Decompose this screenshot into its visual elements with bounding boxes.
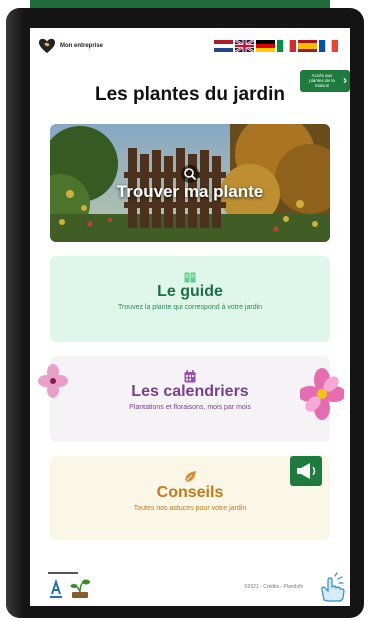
flag-es-icon[interactable]	[298, 40, 317, 52]
tips-card[interactable]: Conseils Toutes nos astuces pour votre j…	[50, 456, 330, 540]
flag-fr-icon[interactable]	[319, 40, 338, 52]
flag-it-icon[interactable]	[277, 40, 296, 52]
brand-logo[interactable]: Mon entreprise	[38, 38, 103, 54]
pink-flower-icon	[38, 364, 68, 398]
touch-hand-icon	[321, 572, 345, 602]
book-icon	[184, 272, 196, 283]
tips-subtitle: Toutes nos astuces pour votre jardin	[133, 505, 247, 512]
search-icon	[181, 165, 199, 183]
leaf-icon	[184, 471, 196, 483]
guide-card[interactable]: Le guide Trouvez la plante qui correspon…	[50, 256, 330, 342]
language-selector	[214, 40, 338, 52]
top-accent-bar	[30, 0, 330, 8]
megaphone-badge-icon	[290, 456, 322, 486]
flag-de-icon[interactable]	[256, 40, 275, 52]
find-my-plant-label: Trouver ma plante	[116, 182, 264, 201]
guide-subtitle: Trouvez la plante qui correspond à votre…	[117, 304, 263, 311]
page-title: Les plantes du jardin	[94, 84, 286, 105]
calendar-icon	[184, 370, 196, 383]
brand-name: Mon entreprise	[60, 43, 104, 49]
calendars-subtitle: Plantations et floraisons, mois par mois	[129, 404, 251, 411]
find-my-plant-banner[interactable]: Trouver ma plante	[50, 124, 330, 242]
flag-en-icon[interactable]	[235, 40, 254, 52]
flag-nl-icon[interactable]	[214, 40, 233, 52]
cosmos-flower-icon	[300, 368, 344, 420]
calendars-card[interactable]: Les calendriers Plantations et floraison…	[38, 356, 344, 442]
heart-leaf-logo-icon	[39, 38, 55, 54]
guide-title: Le guide	[157, 283, 223, 300]
frame-shine	[6, 8, 24, 618]
partner-logos	[48, 572, 90, 598]
kiosk-screen: Mon entreprise Accès aux plantes de la m…	[30, 28, 350, 606]
footer-credits[interactable]: ©2021 - Crédits - PlantInfo	[244, 584, 303, 590]
calendars-title: Les calendriers	[131, 383, 249, 400]
